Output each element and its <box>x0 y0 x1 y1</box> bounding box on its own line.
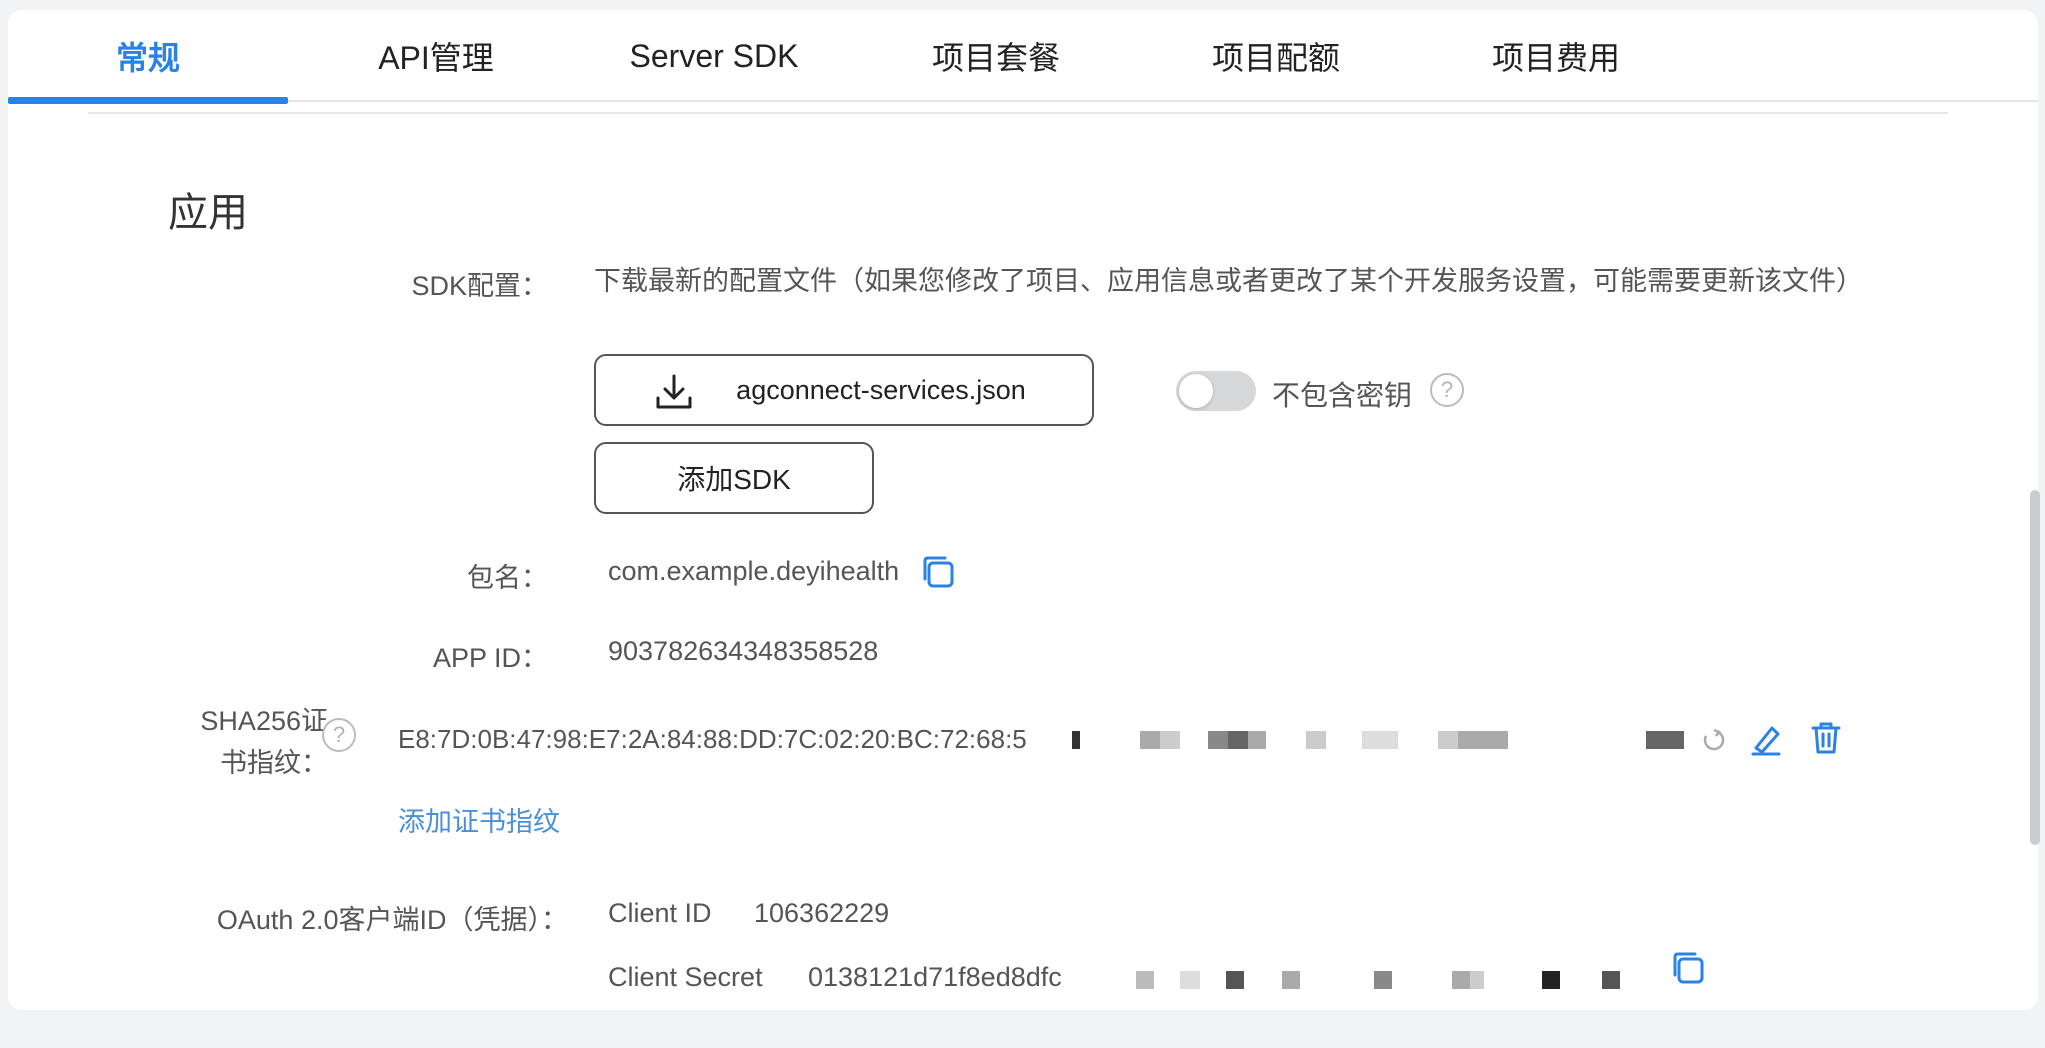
sha256-label-line2: 书指纹： <box>220 748 328 778</box>
tab-api-management[interactable]: API管理 <box>296 10 576 102</box>
oauth-label: OAuth 2.0客户端ID（凭据）： <box>216 905 568 935</box>
section-divider <box>88 112 1948 114</box>
redacted-secret <box>1092 950 1652 1010</box>
package-name-label: 包名： <box>467 563 548 593</box>
exclude-key-label: 不包含密钥 <box>1272 380 1413 411</box>
tab-project-quota[interactable]: 项目配额 <box>1136 10 1416 102</box>
sha256-label: SHA256证 书指纹： <box>148 700 328 784</box>
download-icon <box>656 374 692 409</box>
client-secret-label: Client Secret <box>608 962 763 992</box>
tab-server-sdk[interactable]: Server SDK <box>574 10 854 102</box>
vertical-scrollbar[interactable] <box>2030 490 2040 845</box>
download-config-button[interactable]: agconnect-services.json <box>594 354 1094 426</box>
sdk-config-description: 下载最新的配置文件（如果您修改了项目、应用信息或者更改了某个开发服务设置，可能需… <box>594 266 1863 296</box>
app-id-label: APP ID： <box>432 643 548 673</box>
add-fingerprint-link[interactable]: 添加证书指纹 <box>398 800 560 839</box>
add-sdk-button[interactable]: 添加SDK <box>594 442 874 514</box>
help-icon[interactable]: ? <box>1430 373 1464 407</box>
edit-icon[interactable] <box>1748 722 1784 758</box>
trash-icon[interactable] <box>1808 720 1844 756</box>
tab-general[interactable]: 常规 <box>8 10 288 104</box>
sha256-value: E8:7D:0B:47:98:E7:2A:84:88:DD:7C:02:20:B… <box>398 724 1027 754</box>
client-id-label: Client ID <box>608 898 712 928</box>
refresh-icon[interactable] <box>1700 726 1726 752</box>
exclude-key-toggle[interactable] <box>1176 371 1256 411</box>
section-title: 应用 <box>168 191 248 235</box>
redacted-fingerprint <box>1070 710 1690 770</box>
copy-icon[interactable] <box>920 554 956 590</box>
client-id-value: 106362229 <box>754 898 890 928</box>
app-id-value: 903782634348358528 <box>608 636 879 666</box>
tab-bar: 常规 API管理 Server SDK 项目套餐 项目配额 项目费用 <box>8 10 2038 104</box>
client-secret-value: 0138121d71f8ed8dfc <box>808 962 1062 992</box>
download-config-label: agconnect-services.json <box>736 374 1026 405</box>
toggle-knob <box>1179 374 1213 408</box>
sdk-config-label: SDK配置： <box>411 271 548 301</box>
project-settings-card: 常规 API管理 Server SDK 项目套餐 项目配额 项目费用 应用 SD… <box>8 10 2040 1010</box>
tab-project-plan[interactable]: 项目套餐 <box>856 10 1136 102</box>
package-name-value: com.example.deyihealth <box>608 556 900 586</box>
tab-project-cost[interactable]: 项目费用 <box>1416 10 1696 102</box>
sha256-help-icon[interactable]: ? <box>322 718 356 752</box>
copy-secret-icon[interactable] <box>1670 950 1706 986</box>
sha256-label-line1: SHA256证 <box>200 706 328 736</box>
